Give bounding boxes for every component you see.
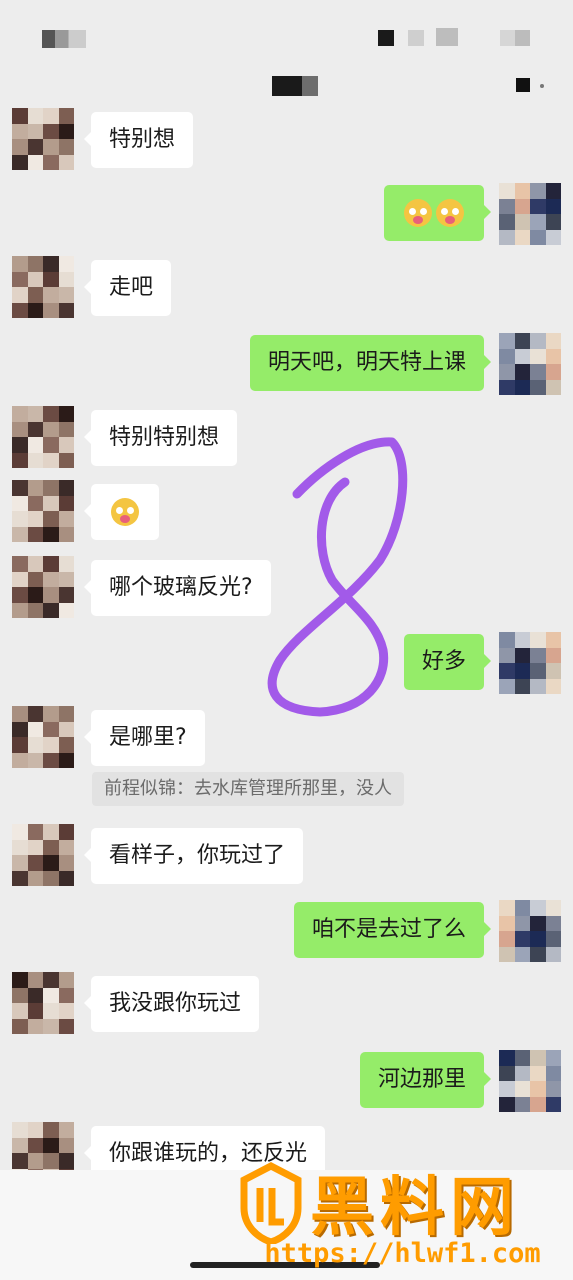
incoming-message-bubble[interactable]: 我没跟你玩过 (83, 976, 260, 1032)
message-row: 走吧 (0, 256, 573, 318)
incoming-message-bubble[interactable]: 特别想 (83, 112, 194, 168)
contact-avatar[interactable] (12, 108, 74, 170)
contact-avatar[interactable] (12, 824, 74, 886)
quote-text: ：去水库管理所那里，没人 (176, 778, 392, 799)
message-row: 是哪里? (0, 706, 573, 768)
my-avatar[interactable] (499, 183, 561, 245)
message-text: 我没跟你玩过 (109, 991, 242, 1016)
message-row: 咱不是去过了么 (0, 900, 573, 962)
message-row: 看样子，你玩过了 (0, 824, 573, 886)
outgoing-message-bubble[interactable]: 咱不是去过了么 (293, 902, 492, 958)
redacted-time (42, 30, 86, 48)
message-row: 明天吧，明天特上课 (0, 333, 573, 395)
message-row (0, 183, 573, 245)
flushed-face-emoji (111, 498, 139, 526)
message-row: 我没跟你玩过 (0, 972, 573, 1034)
message-text: 明天吧，明天特上课 (267, 350, 466, 375)
contact-avatar[interactable] (12, 556, 74, 618)
flushed-face-emoji (404, 199, 432, 227)
message-row: 特别想 (0, 108, 573, 170)
watermark-brand: 黑料网 (310, 1171, 520, 1245)
incoming-message-bubble[interactable]: 看样子，你玩过了 (83, 828, 304, 884)
outgoing-message-bubble[interactable]: 明天吧，明天特上课 (249, 335, 492, 391)
watermark-url: https://hlwf1.com (264, 1238, 541, 1269)
watermark-logo-icon (240, 1162, 302, 1244)
contact-avatar[interactable] (12, 480, 74, 542)
quote-author: 前程似锦 (104, 778, 176, 799)
message-row: 好多 (0, 632, 573, 694)
quoted-message[interactable]: 前程似锦：去水库管理所那里，没人 (92, 772, 404, 806)
outgoing-message-bubble[interactable]: 好多 (403, 634, 492, 690)
message-row: 特别特别想 (0, 406, 573, 468)
incoming-message-bubble[interactable]: 特别特别想 (83, 410, 238, 466)
message-text: 河边那里 (377, 1067, 466, 1092)
my-avatar[interactable] (499, 900, 561, 962)
message-text: 特别特别想 (109, 425, 220, 450)
message-row: 哪个玻璃反光? (0, 556, 573, 618)
message-text: 是哪里? (109, 725, 187, 750)
redacted-contact-name (272, 76, 318, 96)
incoming-message-bubble[interactable]: 走吧 (83, 260, 172, 316)
message-text: 走吧 (109, 275, 154, 300)
signal-icon (378, 30, 394, 46)
incoming-message-bubble[interactable]: 是哪里? (84, 710, 205, 766)
incoming-message-bubble[interactable]: 哪个玻璃反光? (84, 560, 271, 616)
message-row: 河边那里 (0, 1050, 573, 1112)
network-icon (436, 28, 458, 46)
my-avatar[interactable] (499, 1050, 561, 1112)
outgoing-message-bubble[interactable]: 河边那里 (359, 1052, 492, 1108)
incoming-message-bubble[interactable] (84, 484, 159, 540)
message-text: 特别想 (109, 127, 176, 152)
my-avatar[interactable] (499, 333, 561, 395)
battery-icon (500, 30, 530, 46)
message-text: 好多 (421, 649, 466, 674)
nav-bar (0, 60, 573, 110)
flushed-face-emoji (436, 199, 464, 227)
more-dot-icon (540, 84, 544, 88)
contact-avatar[interactable] (12, 256, 74, 318)
message-text: 哪个玻璃反光? (109, 575, 253, 600)
contact-avatar[interactable] (12, 706, 74, 768)
outgoing-message-bubble[interactable] (384, 185, 491, 241)
message-text: 看样子，你玩过了 (109, 843, 286, 868)
message-text: 咱不是去过了么 (311, 917, 466, 942)
message-row (0, 480, 573, 542)
watermark: 黑料网 https://hlwf1.com (232, 1160, 573, 1280)
contact-avatar[interactable] (12, 972, 74, 1034)
contact-avatar[interactable] (12, 406, 74, 468)
more-options-icon[interactable] (516, 78, 530, 92)
my-avatar[interactable] (499, 632, 561, 694)
wifi-icon (408, 30, 424, 46)
